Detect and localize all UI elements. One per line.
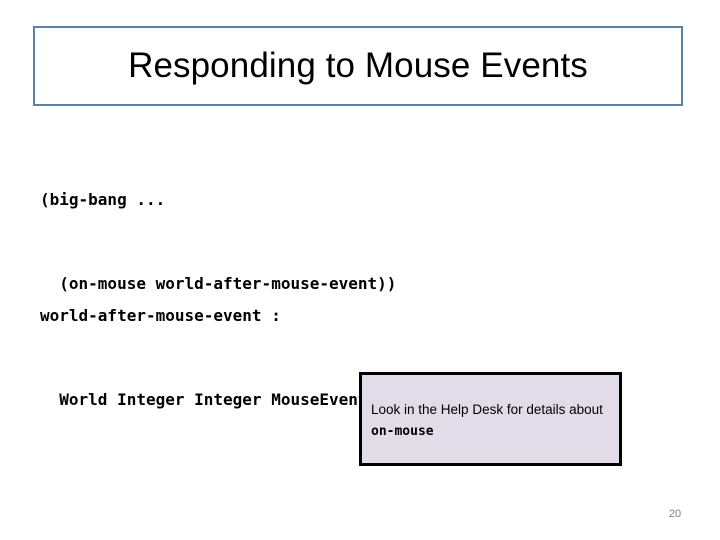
callout-code-term: on-mouse — [371, 424, 434, 439]
title-box: Responding to Mouse Events — [33, 26, 683, 106]
page-number: 20 — [668, 508, 682, 520]
callout-text-prefix: Look in the Help Desk for details about — [371, 402, 603, 417]
slide-canvas: Responding to Mouse Events (big-bang ...… — [0, 0, 720, 540]
page-title: Responding to Mouse Events — [128, 45, 588, 85]
help-desk-callout-box: Look in the Help Desk for details about … — [359, 372, 622, 466]
code-line: world-after-mouse-event : — [40, 306, 281, 325]
callout-text: Look in the Help Desk for details about … — [371, 399, 615, 442]
code-line: (big-bang ... — [40, 190, 166, 209]
